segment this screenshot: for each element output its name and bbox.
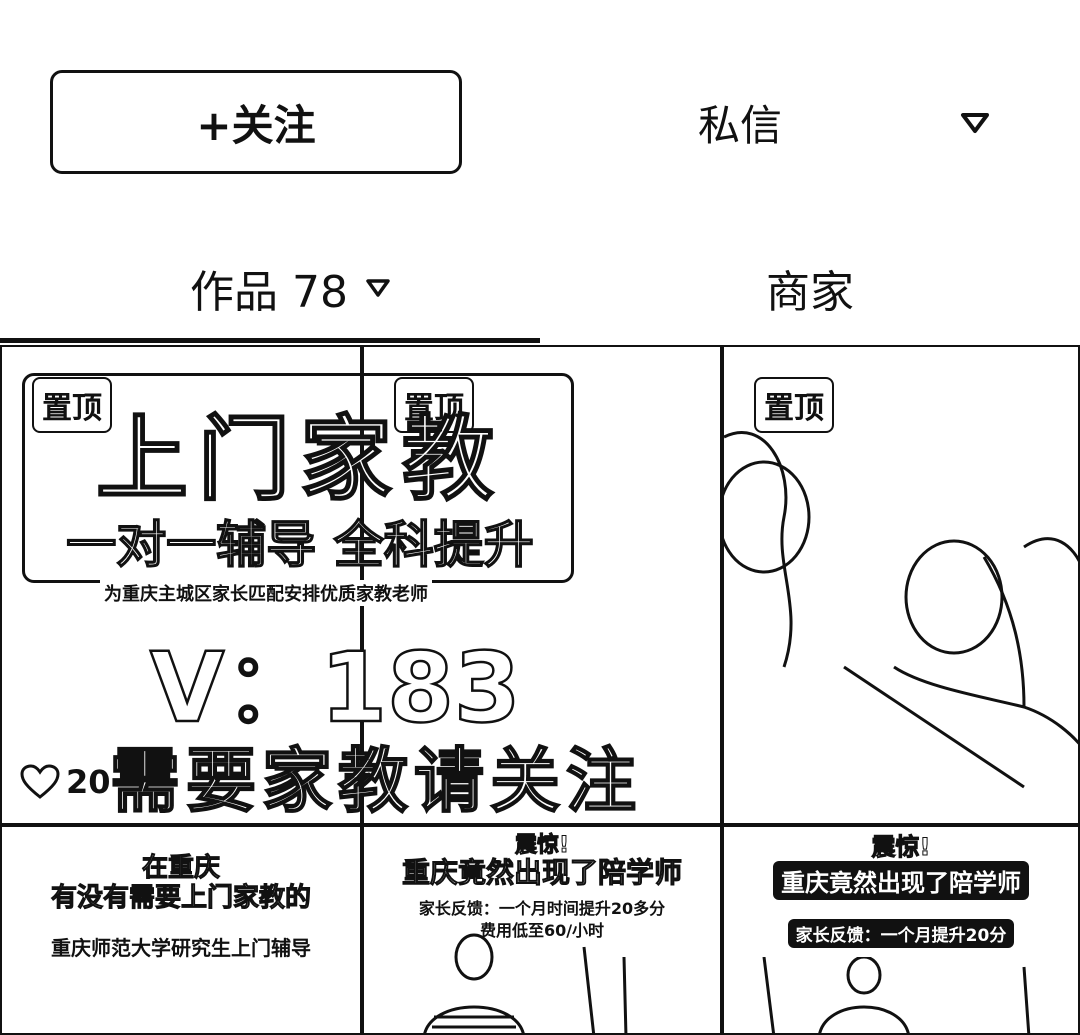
message-button[interactable]: 私信 <box>560 70 920 174</box>
chevron-down-icon <box>961 113 989 133</box>
video-line-2: 有没有需要上门家教的 <box>50 883 311 914</box>
video-title: 重庆竟然出现了陪学师 <box>724 861 1078 900</box>
heart-icon <box>20 764 60 799</box>
video-badge-text: 家长反馈：一个月提升20分 <box>787 919 1015 948</box>
promo-caption: 为重庆主城区家长匹配安排优质家教老师 <box>100 580 432 606</box>
teacher-illustration <box>423 933 628 1033</box>
tab-merchant-label: 商家 <box>766 267 854 318</box>
tab-works[interactable]: 作品 78 <box>150 248 430 328</box>
chevron-down-icon <box>366 278 390 298</box>
video-headline: 震惊! <box>871 833 931 862</box>
video-title-text: 重庆竟然出现了陪学师 <box>773 861 1029 900</box>
people-illustration <box>724 430 1078 789</box>
video-line-3: 重庆师范大学研究生上门辅导 <box>51 936 311 960</box>
video-title: 重庆竟然出现了陪学师 <box>401 856 682 890</box>
like-count: 20 <box>20 763 111 801</box>
promo-banner: 需要家教请关注 <box>109 739 642 823</box>
follow-button[interactable]: +关注 <box>50 70 462 174</box>
video-thumbnail[interactable]: 震惊! 重庆竟然出现了陪学师 家长反馈：一个月提升20分 <box>722 825 1080 1035</box>
video-line-1: 家长反馈：一个月时间提升20多分 <box>418 899 666 918</box>
promo-subtitle: 一对一辅导 全科提升 <box>66 515 535 575</box>
like-count-value: 20 <box>66 763 111 801</box>
tab-merchant[interactable]: 商家 <box>700 248 920 328</box>
teacher-illustration <box>762 957 1031 1033</box>
active-tab-indicator <box>0 338 540 343</box>
video-badge: 家长反馈：一个月提升20分 <box>724 919 1078 948</box>
promo-title: 上门家教 <box>95 405 504 514</box>
video-thumbnail[interactable]: 在重庆 有没有需要上门家教的 重庆师范大学研究生上门辅导 <box>0 825 362 1035</box>
tab-works-label: 作品 78 <box>190 267 348 318</box>
video-thumbnail[interactable]: 震惊! 重庆竟然出现了陪学师 家长反馈：一个月时间提升20多分 费用低至60/小… <box>362 825 722 1035</box>
video-grid: 置顶 20 置顶 置顶 上门家教 一对一辅导 全科提升 为重庆主城区家长匹配安排… <box>0 345 1080 1035</box>
more-options-button[interactable] <box>945 95 1005 151</box>
video-thumbnail[interactable]: 置顶 <box>722 345 1080 825</box>
